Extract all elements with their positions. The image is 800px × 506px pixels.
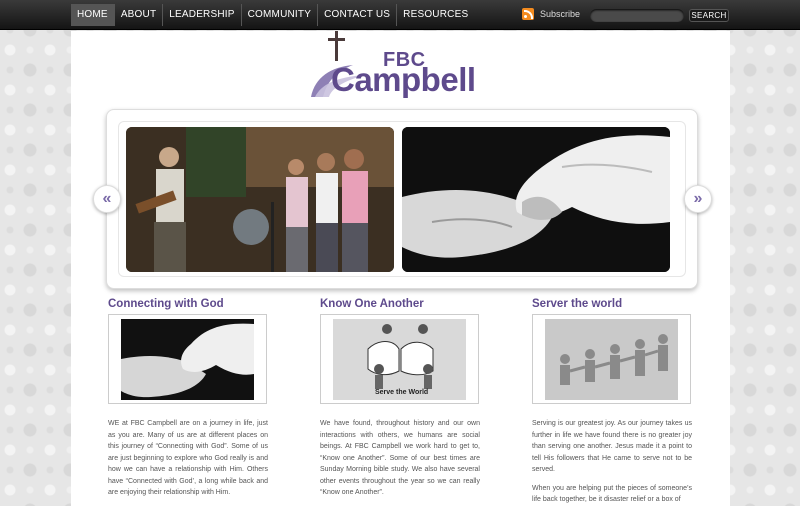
main-nav: HOME ABOUT LEADERSHIP COMMUNITY CONTACT … — [71, 4, 474, 26]
column-title[interactable]: Server the world — [532, 298, 692, 310]
rss-icon — [522, 8, 534, 20]
column-know-one-another: Know One Another Serve the World We have… — [320, 298, 480, 499]
column-text: We have found, throughout history and ou… — [320, 420, 480, 496]
column-title[interactable]: Know One Another — [320, 298, 480, 310]
column-title[interactable]: Connecting with God — [108, 298, 268, 310]
slider-next-button[interactable]: » — [684, 185, 712, 213]
image-slider: « » — [93, 109, 712, 289]
logo-campbell-text: Campbell — [331, 61, 476, 98]
column-text: WE at FBC Campbell are on a journey in l… — [108, 420, 268, 496]
page-content: FBC Campbell « » Connecting with God WE … — [71, 31, 730, 506]
cross-icon — [335, 31, 338, 61]
search-input[interactable] — [590, 9, 684, 22]
thumb-puzzle-people[interactable]: Serve the World — [333, 319, 466, 400]
nav-community[interactable]: COMMUNITY — [242, 4, 319, 26]
cross-icon-bar — [328, 38, 345, 41]
thumb-frame — [108, 314, 267, 404]
thumb-frame — [532, 314, 691, 404]
thumb-holding-hands[interactable] — [121, 319, 254, 400]
column-text: When you are helping put the pieces of s… — [532, 484, 692, 504]
thumb-caption: Serve the World — [375, 389, 429, 396]
column-server-the-world: Server the world Serving is our greatest… — [532, 298, 692, 506]
thumb-frame: Serve the World — [320, 314, 479, 404]
top-nav-bar: HOME ABOUT LEADERSHIP COMMUNITY CONTACT … — [0, 0, 800, 30]
subscribe-label: Subscribe — [540, 9, 581, 19]
slider-prev-button[interactable]: « — [93, 185, 121, 213]
nav-about[interactable]: ABOUT — [115, 4, 164, 26]
nav-resources[interactable]: RESOURCES — [397, 4, 474, 26]
slide-worship-musicians — [126, 127, 394, 272]
column-text: Serving is our greatest joy. As our jour… — [532, 420, 692, 473]
nav-leadership[interactable]: LEADERSHIP — [163, 4, 242, 26]
thumb-paper-chain[interactable] — [545, 319, 678, 400]
fbc-campbell-logo[interactable]: FBC Campbell — [307, 31, 497, 103]
search-button[interactable]: SEARCH — [689, 9, 729, 22]
nav-home[interactable]: HOME — [71, 4, 115, 26]
subscribe-link[interactable]: Subscribe — [522, 8, 580, 20]
nav-contact-us[interactable]: CONTACT US — [318, 4, 398, 26]
column-connecting-with-god: Connecting with God WE at FBC Campbell a… — [108, 298, 268, 499]
slide-holding-hands — [402, 127, 670, 272]
